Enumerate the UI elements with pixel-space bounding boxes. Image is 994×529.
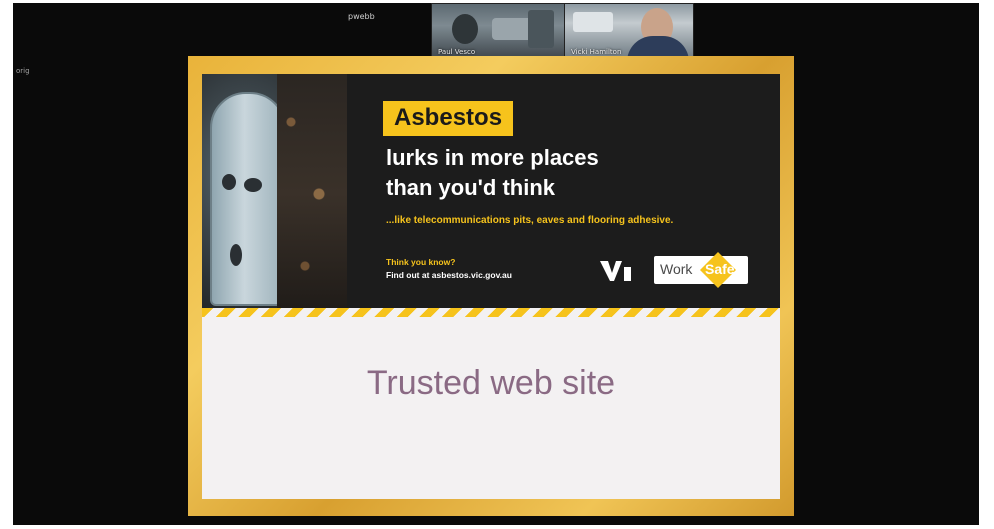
headline-line-1: lurks in more places xyxy=(386,145,599,170)
cta-url-text: Find out at asbestos.vic.gov.au xyxy=(386,270,512,280)
side-label: orig xyxy=(16,67,30,75)
headline: lurks in more places than you'd think xyxy=(386,143,746,203)
participant-name: Vicki Hamilton xyxy=(571,48,622,56)
headline-line-2: than you'd think xyxy=(386,175,555,200)
slide-content: Asbestos lurks in more places than you'd… xyxy=(202,74,780,499)
subline: ...like telecommunications pits, eaves a… xyxy=(386,215,674,226)
pit-lid-image xyxy=(210,92,286,306)
presentation-slide: Asbestos lurks in more places than you'd… xyxy=(188,56,794,516)
participant-video-tile[interactable]: Paul Vesco xyxy=(431,3,565,59)
victoria-government-logo-icon xyxy=(600,261,631,281)
shared-screen: pwebb orig Paul Vesco Vicki Hamilton Asb… xyxy=(13,3,979,525)
worksafe-logo-work: Work xyxy=(660,261,693,277)
slide-body-text: Trusted web site xyxy=(366,364,616,402)
asbestos-tag: Asbestos xyxy=(383,101,514,136)
pit-lid-photo xyxy=(202,74,347,314)
host-name-label: pwebb xyxy=(348,12,375,21)
worksafe-logo-safe: Safe xyxy=(705,261,735,277)
worksafe-logo: Work Safe xyxy=(654,252,748,288)
rubble-image xyxy=(277,74,347,314)
participant-name: Paul Vesco xyxy=(438,48,476,56)
asbestos-banner: Asbestos lurks in more places than you'd… xyxy=(202,74,780,314)
participant-video-tile[interactable]: Vicki Hamilton xyxy=(564,3,694,59)
cta-question: Think you know? xyxy=(386,257,456,267)
hazard-stripe xyxy=(202,308,780,317)
